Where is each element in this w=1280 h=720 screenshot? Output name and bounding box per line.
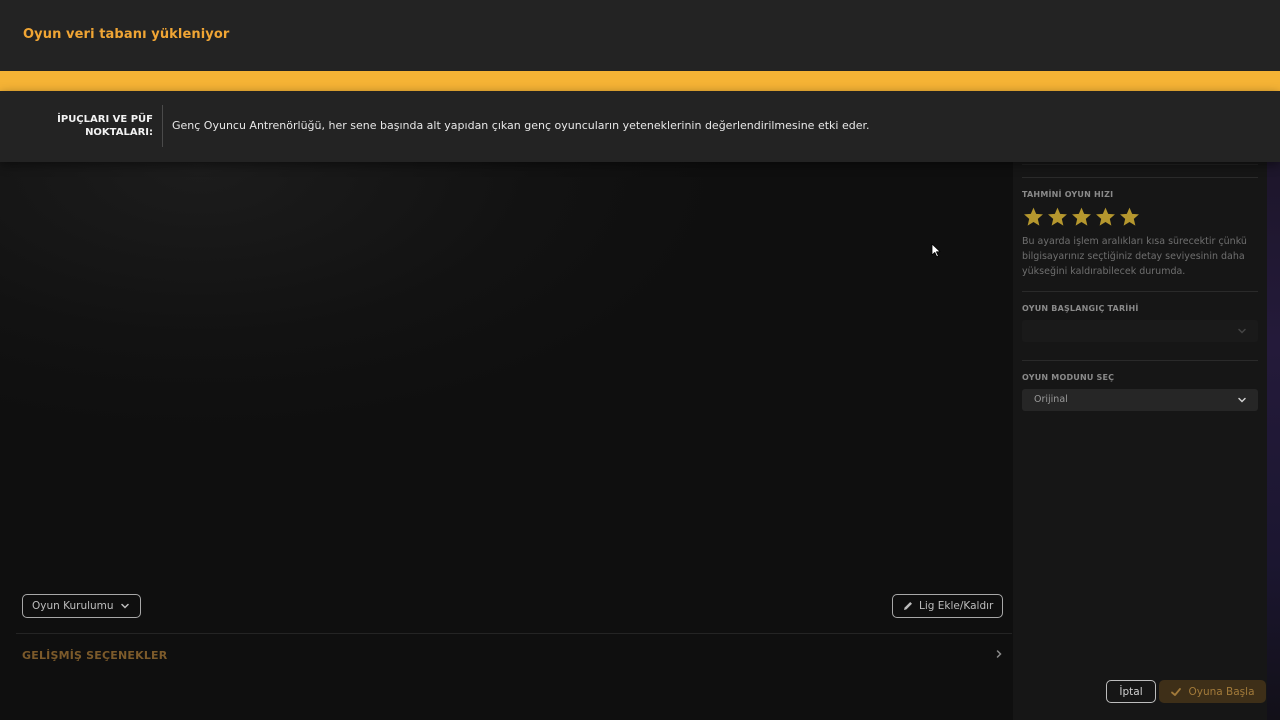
sidebar-accent-strip [1267, 91, 1280, 720]
cancel-button[interactable]: İptal [1106, 680, 1156, 703]
chevron-down-icon [120, 603, 129, 609]
add-remove-league-button[interactable]: Lig Ekle/Kaldır [892, 594, 1004, 618]
pencil-icon [904, 602, 912, 610]
start-date-select[interactable] [1022, 320, 1258, 342]
speed-rating-stars [1022, 206, 1141, 228]
tips-text: Genç Oyuncu Antrenörlüğü, her sene başın… [172, 119, 870, 132]
add-remove-league-label: Lig Ekle/Kaldır [919, 600, 994, 612]
game-mode-select[interactable]: Orijinal [1022, 389, 1258, 411]
speed-label: TAHMİNİ OYUN HIZI [1022, 190, 1114, 199]
star-icon [1048, 207, 1067, 226]
chevron-down-icon [1238, 397, 1246, 403]
sidebar-divider [1022, 291, 1258, 292]
game-setup-label: Oyun Kurulumu [32, 600, 114, 612]
cursor-icon [931, 243, 941, 258]
loading-progress-fill [0, 71, 1280, 91]
loading-progress-bar [0, 71, 1280, 91]
chevron-down-icon [1238, 328, 1246, 334]
star-icon [1024, 207, 1043, 226]
mode-label: OYUN MODUNU SEÇ [1022, 373, 1115, 382]
chevron-right-icon[interactable] [993, 648, 1005, 660]
star-icon [1120, 207, 1139, 226]
start-game-label: Oyuna Başla [1188, 685, 1255, 698]
loading-header: Oyun veri tabanı yükleniyor [0, 0, 1280, 71]
sidebar-divider [1022, 177, 1258, 178]
game-setup-button[interactable]: Oyun Kurulumu [22, 594, 141, 618]
loading-title: Oyun veri tabanı yükleniyor [23, 27, 230, 42]
tips-label: İPUÇLARI VE PÜF NOKTALARI: [57, 114, 153, 138]
main-divider [16, 633, 1012, 634]
tips-panel: İPUÇLARI VE PÜF NOKTALARI: Genç Oyuncu A… [0, 91, 1280, 162]
game-setup-screen: Oyun veri tabanı yükleniyor İPUÇLARI VE … [0, 0, 1280, 720]
star-icon [1096, 207, 1115, 226]
start-game-button[interactable]: Oyuna Başla [1159, 680, 1266, 703]
check-icon [1171, 687, 1182, 696]
game-mode-value: Orijinal [1034, 394, 1068, 405]
tips-divider [162, 105, 163, 147]
advanced-options-label[interactable]: GELİŞMİŞ SEÇENEKLER [22, 649, 167, 662]
star-icon [1072, 207, 1091, 226]
sidebar-divider [1022, 360, 1258, 361]
speed-description: Bu ayarda işlem aralıkları kısa sürecekt… [1022, 236, 1247, 277]
start-date-label: OYUN BAŞLANGIÇ TARİHİ [1022, 304, 1139, 313]
